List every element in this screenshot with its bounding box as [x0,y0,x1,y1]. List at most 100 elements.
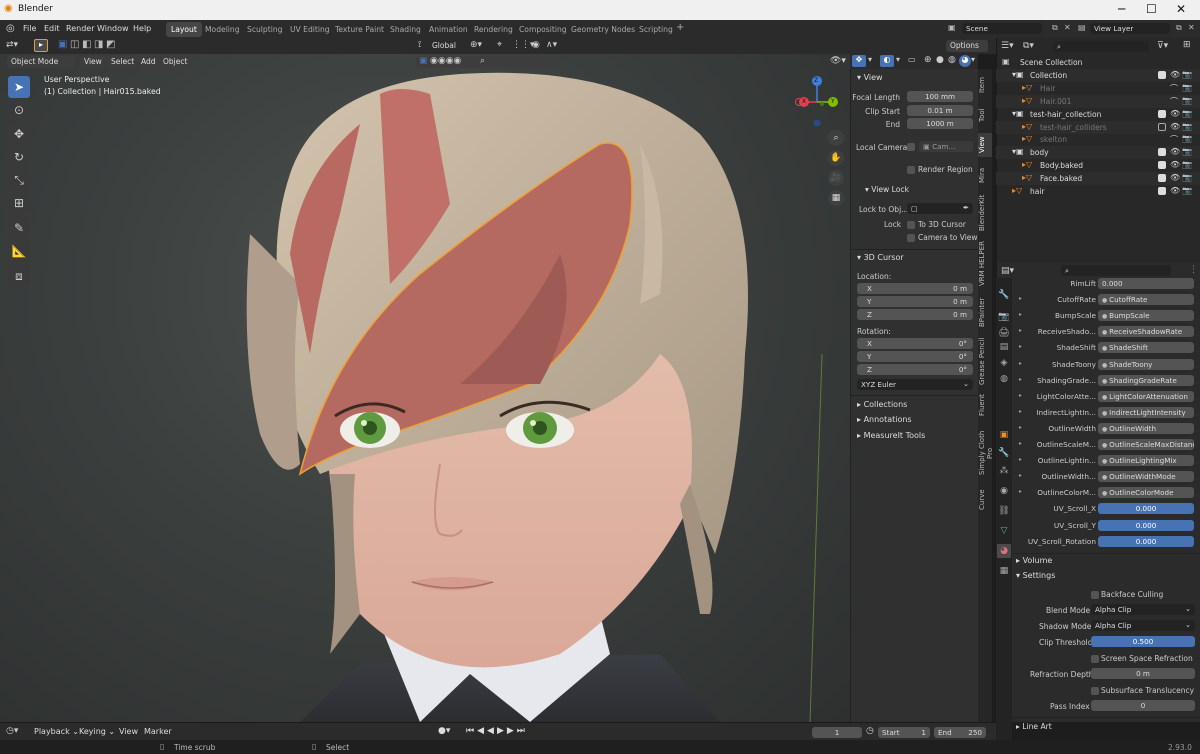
menu-view[interactable]: View [80,56,104,68]
properties-tab-tool-icon[interactable]: 🔧 [997,288,1011,302]
sidebar-tab-bpainter[interactable]: BPainter [978,293,992,331]
clip-end-field[interactable]: 1000 m [907,118,973,129]
properties-tab-texture-icon[interactable]: ▦ [997,564,1011,578]
render-camera-icon[interactable]: 📷 [1182,70,1192,79]
cursor-tool[interactable]: ⊙ [8,99,30,121]
editor-type-icon[interactable]: ⇄▾ [6,40,18,50]
object-icon[interactable]: ▸▽ [1022,134,1032,143]
property-field[interactable]: ● BumpScale [1098,310,1194,322]
local-camera-checkbox[interactable] [907,143,915,151]
render-camera-icon[interactable]: 📷 [1182,134,1192,143]
expand-arrow-icon[interactable]: ▸ [1019,295,1022,302]
visibility-eye-icon[interactable]: 👁 [1170,122,1180,131]
expand-arrow-icon[interactable]: ▸ [1019,488,1022,495]
outliner-row[interactable]: ▸▽ test-hair_colliders 👁 📷 [996,120,1200,134]
property-field[interactable]: 0.000 [1098,278,1194,289]
volume-header[interactable]: ▸ Volume [1016,556,1052,565]
collection-icon[interactable]: ▾▣ [1012,109,1024,118]
maximize-icon[interactable]: ☐ [1146,2,1157,16]
cursor-rotation-z-field[interactable]: Z 0° [857,364,973,375]
properties-tab-constraints-icon[interactable]: ⛓ [997,504,1011,518]
workspace-tab-uv-editing[interactable]: UV Editing [285,22,335,37]
sidebar-tab-grease-pencil[interactable]: Grease Pencil [978,337,992,385]
properties-tab-modifier-icon[interactable]: 🔧 [997,446,1011,460]
viewport-filter-bar[interactable]: ▣ ◉◉◉◉ ⌕ [416,56,558,68]
expand-arrow-icon[interactable]: ▸ [1019,440,1022,447]
move-tool[interactable]: ✥ [8,123,30,145]
workspace-tab-shading[interactable]: Shading [385,22,426,37]
proportional-edit-icon[interactable]: ◉ [532,40,540,50]
pivot-icon[interactable]: ⊕▾ [470,40,482,50]
properties-tab-view-layer-icon[interactable]: ▤ [997,340,1011,354]
cursor-location-x-field[interactable]: X 0 m [857,283,973,294]
collection-icon[interactable]: ▾▣ [1012,147,1024,156]
sidebar-tab-mira[interactable]: Mira [978,163,992,187]
close-icon[interactable]: ✕ [1176,2,1186,16]
workspace-tab-scripting[interactable]: Scripting [634,22,678,37]
properties-tab-material-icon[interactable]: ◕ [997,544,1011,558]
workspace-tab-texture-paint[interactable]: Texture Paint [330,22,389,37]
properties-tab-world-icon[interactable]: ◍ [997,372,1011,386]
zoom-icon[interactable]: ⌕ [828,130,844,146]
property-field[interactable]: ● OutlineLightingMix [1098,455,1194,467]
wireframe-shading-icon[interactable]: ⊕ [924,55,932,65]
blend-mode-dropdown[interactable]: Alpha Clip ⌄ [1091,604,1195,615]
outliner-row[interactable]: ▸▽ Body.baked 👁 📷 [996,159,1200,172]
expand-arrow-icon[interactable]: ▸ [1019,456,1022,463]
xray-icon[interactable]: ▭ [908,55,916,64]
property-field[interactable]: 0.000 [1098,519,1194,531]
property-field[interactable]: ● IndirectLightIntensity [1098,406,1194,418]
expand-arrow-icon[interactable]: ▸ [1019,327,1022,334]
3d-cursor-header[interactable]: ▾ 3D Cursor [857,253,904,262]
cursor-location-z-field[interactable]: Z 0 m [857,309,973,320]
outliner-row[interactable]: ▸▽ Hair ⌒ 📷 [996,82,1200,95]
settings-header[interactable]: ▾ Settings [1016,571,1055,580]
exclude-checkbox[interactable] [1158,109,1166,118]
expand-arrow-icon[interactable]: ▸ [1019,472,1022,479]
property-field[interactable]: ● OutlineWidthMode [1098,471,1194,483]
select-mode-subtract-icon[interactable]: ◧ [82,39,91,50]
object-icon[interactable]: ▸▽ [1022,173,1032,182]
outliner-row[interactable]: ▾▣ Collection 👁 📷 [996,68,1200,82]
cursor-location-y-field[interactable]: Y 0 m [857,296,973,307]
current-frame-field[interactable]: 1 [812,727,862,738]
exclude-checkbox[interactable] [1158,135,1166,143]
filter-all-icon[interactable]: ◉◉◉◉ [430,56,461,66]
workspace-tab-compositing[interactable]: Compositing [514,22,572,37]
marker-menu[interactable]: Marker [144,727,172,736]
collection-icon[interactable]: ▾▣ [1012,70,1024,79]
local-camera-field[interactable]: ▣ Cam... [919,141,973,152]
rotation-mode-dropdown[interactable]: XYZ Euler ⌄ [857,379,973,390]
line-art-header[interactable]: ▸ Line Art [1016,722,1052,731]
refraction-depth-field[interactable]: 0 m [1091,668,1195,679]
focal-length-field[interactable]: 100 mm [907,91,973,102]
view-layer-close-icon[interactable]: ✕ [1188,23,1195,32]
properties-tab-physics-icon[interactable]: ◉ [997,484,1011,498]
timeline-editor-icon[interactable]: ◷▾ [6,726,18,736]
render-region-checkbox[interactable] [907,166,915,174]
render-camera-icon[interactable]: 📷 [1182,83,1192,92]
scale-tool[interactable]: ⤡ [8,169,30,191]
ortho-grid-icon[interactable]: ▦ [828,190,844,206]
menu-help[interactable]: Help [133,24,151,33]
blender-menu-icon[interactable]: ◎ [6,23,15,34]
visibility-eye-icon[interactable]: 👁 [1170,186,1180,195]
add-cube-tool[interactable]: ⧈ [8,265,30,287]
expand-arrow-icon[interactable]: ▸ [1019,424,1022,431]
property-field[interactable]: ● OutlineColorMode [1098,487,1194,499]
visibility-eye-icon[interactable]: 👁 [1170,70,1180,79]
pan-hand-icon[interactable]: ✋ [828,150,844,166]
sidebar-tab-tool[interactable]: Tool [978,103,992,127]
select-mode-extend-icon[interactable]: ◫ [70,39,79,50]
outliner-row[interactable]: ▸▽ Face.baked 👁 📷 [996,172,1200,186]
filter-icon[interactable]: ⊽▾ [1157,41,1168,51]
start-frame-field[interactable]: Start 1 [878,727,930,738]
render-camera-icon[interactable]: 📷 [1182,122,1192,131]
clip-threshold-slider[interactable]: 0.500 [1091,636,1195,647]
timeline-view-menu[interactable]: View [119,727,138,736]
menu-object[interactable]: Object [159,56,187,68]
property-field[interactable]: ● ReceiveShadowRate [1098,326,1194,338]
properties-search-input[interactable]: ⌕ [1061,265,1171,276]
record-icon[interactable]: ●▾ [438,726,450,736]
sidebar-tab-item[interactable]: Item [978,73,992,97]
